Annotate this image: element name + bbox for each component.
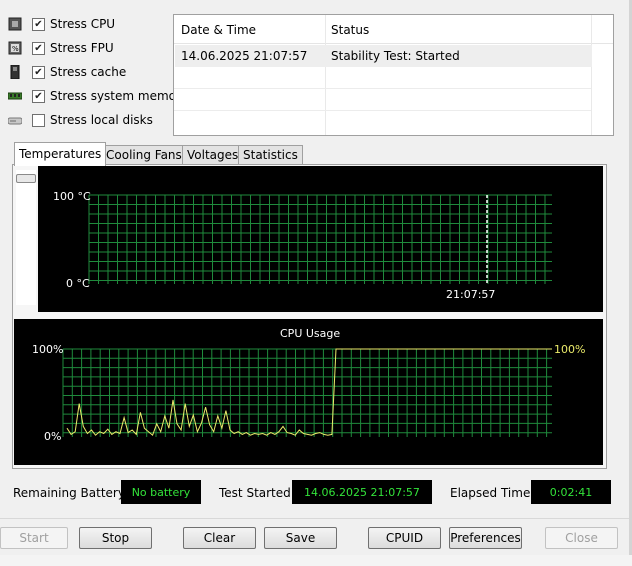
- stress-memory-checkbox[interactable]: ✔: [32, 89, 45, 103]
- temp-time-label: 21:07:57: [446, 288, 496, 301]
- log-datetime-cell: 14.06.2025 21:07:57: [181, 49, 308, 63]
- svg-text:%: %: [12, 45, 19, 53]
- scrollbar-thumb[interactable]: [16, 174, 36, 183]
- test-started-value: 14.06.2025 21:07:57: [292, 480, 432, 504]
- log-status-cell: Stability Test: Started: [331, 49, 460, 63]
- stress-cache-label: Stress cache: [50, 65, 127, 79]
- stress-fpu-checkbox[interactable]: ✔: [32, 41, 45, 55]
- stress-cache-option[interactable]: ✔ Stress cache: [8, 62, 126, 82]
- disk-drive-icon: [8, 113, 22, 127]
- cpu-usage-graph: CPU Usage 100% 0% 100%: [14, 319, 603, 465]
- cpu-min-label: 0%: [44, 430, 62, 443]
- preferences-button[interactable]: Preferences: [449, 527, 522, 549]
- temperature-grid: [88, 194, 552, 284]
- fpu-chip-icon: %: [8, 41, 22, 55]
- cpuid-button[interactable]: CPUID: [368, 527, 441, 549]
- column-header-status[interactable]: Status: [331, 23, 369, 37]
- temp-min-label: 0 °C: [66, 277, 90, 290]
- elapsed-time-label: Elapsed Time:: [450, 486, 535, 500]
- stress-disks-label: Stress local disks: [50, 113, 153, 127]
- column-header-datetime[interactable]: Date & Time: [181, 23, 256, 37]
- tab-voltages[interactable]: Voltages: [182, 145, 244, 165]
- stress-disks-checkbox[interactable]: [32, 113, 45, 127]
- battery-label: Remaining Battery:: [13, 486, 129, 500]
- start-button[interactable]: Start: [0, 527, 68, 549]
- cpu-current-label: 100%: [554, 343, 586, 356]
- test-started-label: Test Started:: [219, 486, 295, 500]
- stress-cpu-checkbox[interactable]: ✔: [32, 17, 45, 31]
- table-row[interactable]: 14.06.2025 21:07:57 Stability Test: Star…: [175, 45, 592, 67]
- stress-memory-label: Stress system memory: [50, 89, 189, 103]
- stress-cache-checkbox[interactable]: ✔: [32, 65, 45, 79]
- stress-fpu-option[interactable]: % ✔ Stress FPU: [8, 38, 114, 58]
- stress-fpu-label: Stress FPU: [50, 41, 114, 55]
- stress-memory-option[interactable]: ✔ Stress system memory: [8, 86, 188, 106]
- temp-max-label: 100 °C: [53, 190, 91, 203]
- cpu-usage-title: CPU Usage: [280, 327, 341, 340]
- tab-temperatures[interactable]: Temperatures: [14, 142, 107, 166]
- cpu-usage-series-line: [66, 348, 552, 437]
- event-log-header: Date & Time Status: [174, 15, 613, 44]
- cache-chip-icon: [8, 65, 22, 79]
- stress-cpu-option[interactable]: ✔ Stress CPU: [8, 14, 115, 34]
- tab-cooling-fans[interactable]: Cooling Fans: [101, 145, 187, 165]
- event-log-table[interactable]: Date & Time Status 14.06.2025 21:07:57 S…: [173, 14, 614, 136]
- close-button[interactable]: Close: [545, 527, 618, 549]
- battery-value: No battery: [121, 480, 201, 504]
- clear-button[interactable]: Clear: [183, 527, 256, 549]
- cpu-usage-plot: [62, 348, 552, 437]
- temperature-graph: 100 °C 0 °C 21:07:57: [38, 166, 603, 312]
- save-button[interactable]: Save: [264, 527, 337, 549]
- tab-statistics[interactable]: Statistics: [238, 145, 303, 165]
- stress-disks-option[interactable]: Stress local disks: [8, 110, 153, 130]
- stop-button[interactable]: Stop: [79, 527, 152, 549]
- cpu-max-label: 100%: [32, 343, 64, 356]
- sensor-list-scrollbar[interactable]: [16, 170, 36, 305]
- stress-cpu-label: Stress CPU: [50, 17, 116, 31]
- elapsed-time-value: 0:02:41: [531, 480, 611, 504]
- memory-module-icon: [8, 89, 22, 103]
- cpu-chip-icon: [8, 17, 22, 31]
